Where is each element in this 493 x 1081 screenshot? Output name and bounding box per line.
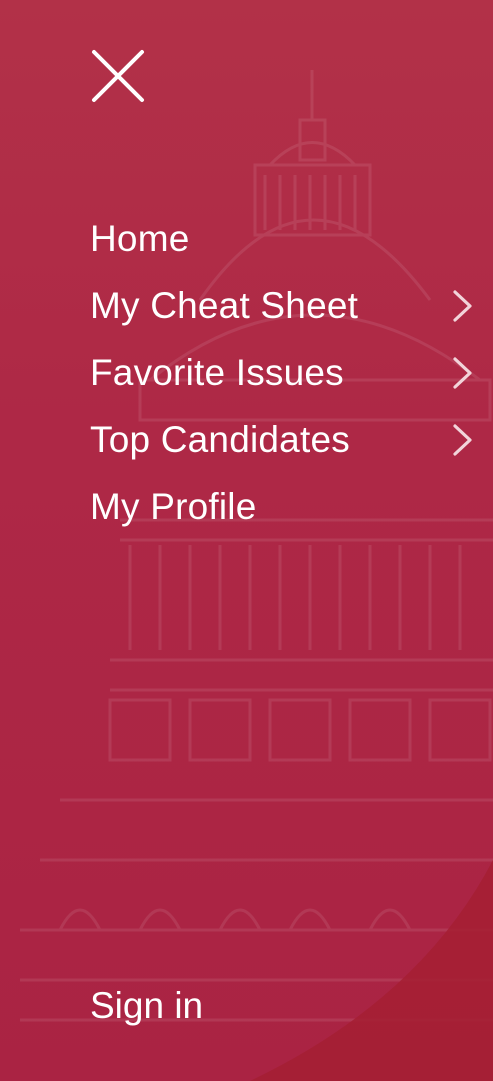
menu-item-my-cheat-sheet[interactable]: My Cheat Sheet (0, 272, 493, 339)
chevron-right-icon (453, 357, 472, 389)
side-menu-list: Home My Cheat Sheet Favorite Issues Top … (0, 205, 493, 540)
menu-item-my-profile[interactable]: My Profile (0, 473, 493, 540)
chevron-right-icon (453, 290, 472, 322)
sign-in-link[interactable]: Sign in (90, 972, 203, 1039)
menu-item-label: My Profile (90, 486, 257, 527)
menu-item-label: Top Candidates (90, 419, 350, 460)
menu-item-favorite-issues[interactable]: Favorite Issues (0, 339, 493, 406)
corner-curve-accent (250, 860, 493, 1081)
menu-item-home[interactable]: Home (0, 205, 493, 272)
close-button[interactable] (84, 42, 154, 112)
chevron-right-icon (453, 424, 472, 456)
side-menu-screen: Home My Cheat Sheet Favorite Issues Top … (0, 0, 493, 1081)
menu-item-label: Favorite Issues (90, 352, 344, 393)
close-icon (92, 50, 144, 102)
menu-item-top-candidates[interactable]: Top Candidates (0, 406, 493, 473)
menu-item-label: Home (90, 218, 190, 259)
menu-item-label: My Cheat Sheet (90, 285, 359, 326)
